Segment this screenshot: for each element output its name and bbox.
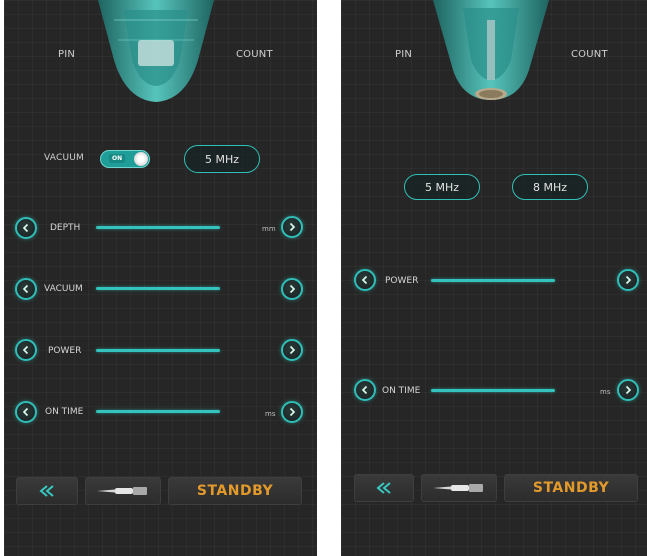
power-increase-button[interactable] bbox=[281, 339, 303, 361]
chevron-right-icon bbox=[289, 222, 296, 232]
power-slider[interactable] bbox=[96, 349, 220, 352]
vacuum-increase-button[interactable] bbox=[281, 278, 303, 300]
frequency-button-5mhz[interactable]: 5 MHz bbox=[404, 174, 480, 200]
handpiece-tip-button[interactable] bbox=[421, 474, 497, 502]
pin-label: PIN bbox=[58, 49, 76, 60]
on-time-increase-button[interactable] bbox=[617, 379, 639, 401]
on-time-increase-button[interactable] bbox=[281, 401, 303, 423]
back-button[interactable] bbox=[16, 477, 78, 505]
chevron-left-icon bbox=[22, 407, 29, 417]
chevron-right-icon bbox=[289, 284, 296, 294]
vacuum-toggle-label: VACUUM bbox=[44, 153, 85, 163]
on-time-label: ON TIME bbox=[382, 386, 421, 396]
power-increase-button[interactable] bbox=[617, 269, 639, 291]
right-screen: PIN COUNT 5 MHz 8 MHz POWER ON TIME ms S… bbox=[341, 0, 647, 556]
vacuum-slider[interactable] bbox=[96, 287, 220, 290]
power-decrease-button[interactable] bbox=[15, 339, 37, 361]
chevron-left-icon bbox=[22, 284, 29, 294]
on-time-decrease-button[interactable] bbox=[15, 401, 37, 423]
standby-button[interactable]: STANDBY bbox=[168, 477, 302, 505]
on-time-slider[interactable] bbox=[431, 389, 555, 392]
handpiece-tip-button[interactable] bbox=[85, 477, 161, 505]
on-time-decrease-button[interactable] bbox=[354, 379, 376, 401]
handpiece-tip-icon bbox=[433, 484, 483, 492]
power-slider[interactable] bbox=[431, 279, 555, 282]
chevron-right-icon bbox=[289, 345, 296, 355]
handpiece-tip-icon bbox=[97, 487, 147, 495]
chevron-left-icon bbox=[361, 275, 368, 285]
chevron-right-icon bbox=[289, 407, 296, 417]
vacuum-label: VACUUM bbox=[44, 284, 83, 294]
chevron-right-icon bbox=[625, 385, 632, 395]
on-time-slider[interactable] bbox=[96, 410, 220, 413]
rewind-icon bbox=[39, 485, 54, 497]
depth-label: DEPTH bbox=[50, 223, 81, 233]
rewind-icon bbox=[376, 482, 391, 494]
toggle-knob bbox=[134, 152, 148, 166]
back-button[interactable] bbox=[354, 474, 414, 502]
vacuum-decrease-button[interactable] bbox=[15, 278, 37, 300]
frequency-button-8mhz[interactable]: 8 MHz bbox=[512, 174, 588, 200]
vacuum-toggle[interactable]: ON bbox=[100, 150, 150, 168]
power-label: POWER bbox=[48, 346, 82, 356]
on-time-unit: ms bbox=[600, 388, 611, 396]
on-time-label: ON TIME bbox=[45, 407, 84, 417]
depth-unit: mm bbox=[262, 225, 276, 233]
depth-increase-button[interactable] bbox=[281, 216, 303, 238]
power-decrease-button[interactable] bbox=[354, 269, 376, 291]
on-time-unit: ms bbox=[265, 410, 276, 418]
chevron-left-icon bbox=[22, 345, 29, 355]
frequency-button[interactable]: 5 MHz bbox=[184, 145, 260, 173]
count-label: COUNT bbox=[236, 49, 273, 60]
left-screen: PIN COUNT VACUUM ON 5 MHz DEPTH mm VACUU… bbox=[4, 0, 317, 556]
toggle-state-text: ON bbox=[109, 154, 126, 163]
depth-slider[interactable] bbox=[96, 226, 220, 229]
chevron-right-icon bbox=[625, 275, 632, 285]
standby-button[interactable]: STANDBY bbox=[504, 474, 638, 502]
handpiece-image bbox=[433, 0, 549, 100]
chevron-left-icon bbox=[361, 385, 368, 395]
count-label: COUNT bbox=[571, 49, 608, 60]
power-label: POWER bbox=[385, 276, 419, 286]
depth-decrease-button[interactable] bbox=[15, 217, 37, 239]
chevron-left-icon bbox=[22, 223, 29, 233]
handpiece-image bbox=[98, 0, 214, 102]
pin-label: PIN bbox=[395, 49, 413, 60]
